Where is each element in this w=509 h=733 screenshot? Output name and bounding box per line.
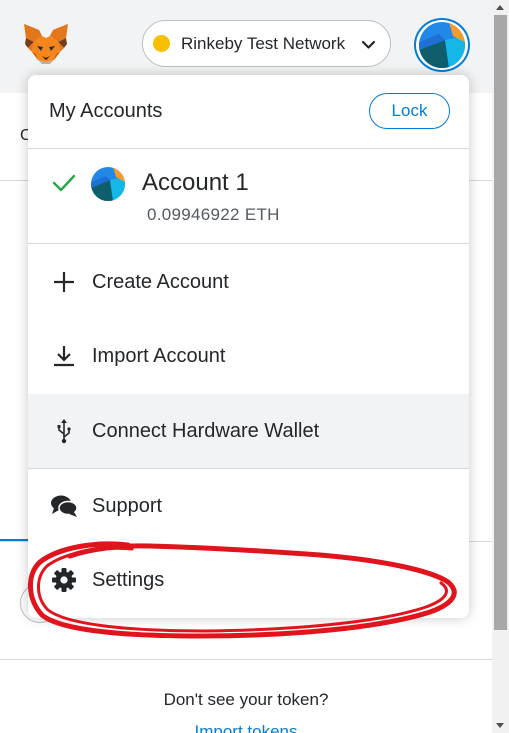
metamask-fox-icon[interactable] bbox=[22, 22, 70, 66]
account-menu: My Accounts Lock Account 1 0.09946922 ET… bbox=[28, 75, 469, 618]
support-button[interactable]: Support bbox=[28, 469, 469, 543]
support-label: Support bbox=[92, 494, 163, 517]
import-tokens-link[interactable]: Import tokens bbox=[0, 722, 492, 733]
usb-icon bbox=[50, 417, 78, 445]
connect-hardware-wallet-label: Connect Hardware Wallet bbox=[92, 419, 320, 442]
divider bbox=[0, 659, 492, 660]
download-icon bbox=[50, 342, 78, 370]
network-selector[interactable]: Rinkeby Test Network bbox=[142, 20, 391, 67]
import-account-label: Import Account bbox=[92, 344, 226, 367]
no-token-text: Don't see your token? bbox=[163, 690, 329, 709]
chevron-down-icon bbox=[361, 37, 376, 52]
account-identicon bbox=[419, 22, 465, 68]
account-identicon bbox=[91, 167, 125, 201]
connect-hardware-wallet-button[interactable]: Connect Hardware Wallet bbox=[28, 394, 469, 468]
settings-button[interactable]: Settings bbox=[28, 543, 469, 617]
account-menu-header: My Accounts Lock bbox=[28, 75, 469, 148]
gear-icon bbox=[50, 566, 78, 594]
scroll-down-arrow-icon[interactable] bbox=[496, 723, 504, 728]
divider bbox=[28, 243, 469, 244]
chat-bubbles-icon bbox=[50, 492, 78, 520]
settings-label: Settings bbox=[92, 568, 165, 591]
network-status-dot bbox=[153, 35, 170, 52]
import-account-button[interactable]: Import Account bbox=[28, 319, 469, 393]
plus-icon bbox=[50, 268, 78, 296]
account-balance: 0.09946922 ETH bbox=[147, 205, 280, 224]
create-account-button[interactable]: Create Account bbox=[28, 245, 469, 319]
lock-button[interactable]: Lock bbox=[369, 93, 450, 129]
scrollbar-thumb[interactable] bbox=[494, 15, 507, 630]
network-label: Rinkeby Test Network bbox=[181, 33, 346, 53]
account-name: Account 1 bbox=[142, 169, 249, 196]
create-account-label: Create Account bbox=[92, 270, 229, 293]
account-menu-title: My Accounts bbox=[49, 100, 163, 122]
check-icon bbox=[52, 174, 76, 197]
scroll-up-arrow-icon[interactable] bbox=[496, 5, 504, 10]
account-avatar-button[interactable] bbox=[414, 18, 470, 72]
